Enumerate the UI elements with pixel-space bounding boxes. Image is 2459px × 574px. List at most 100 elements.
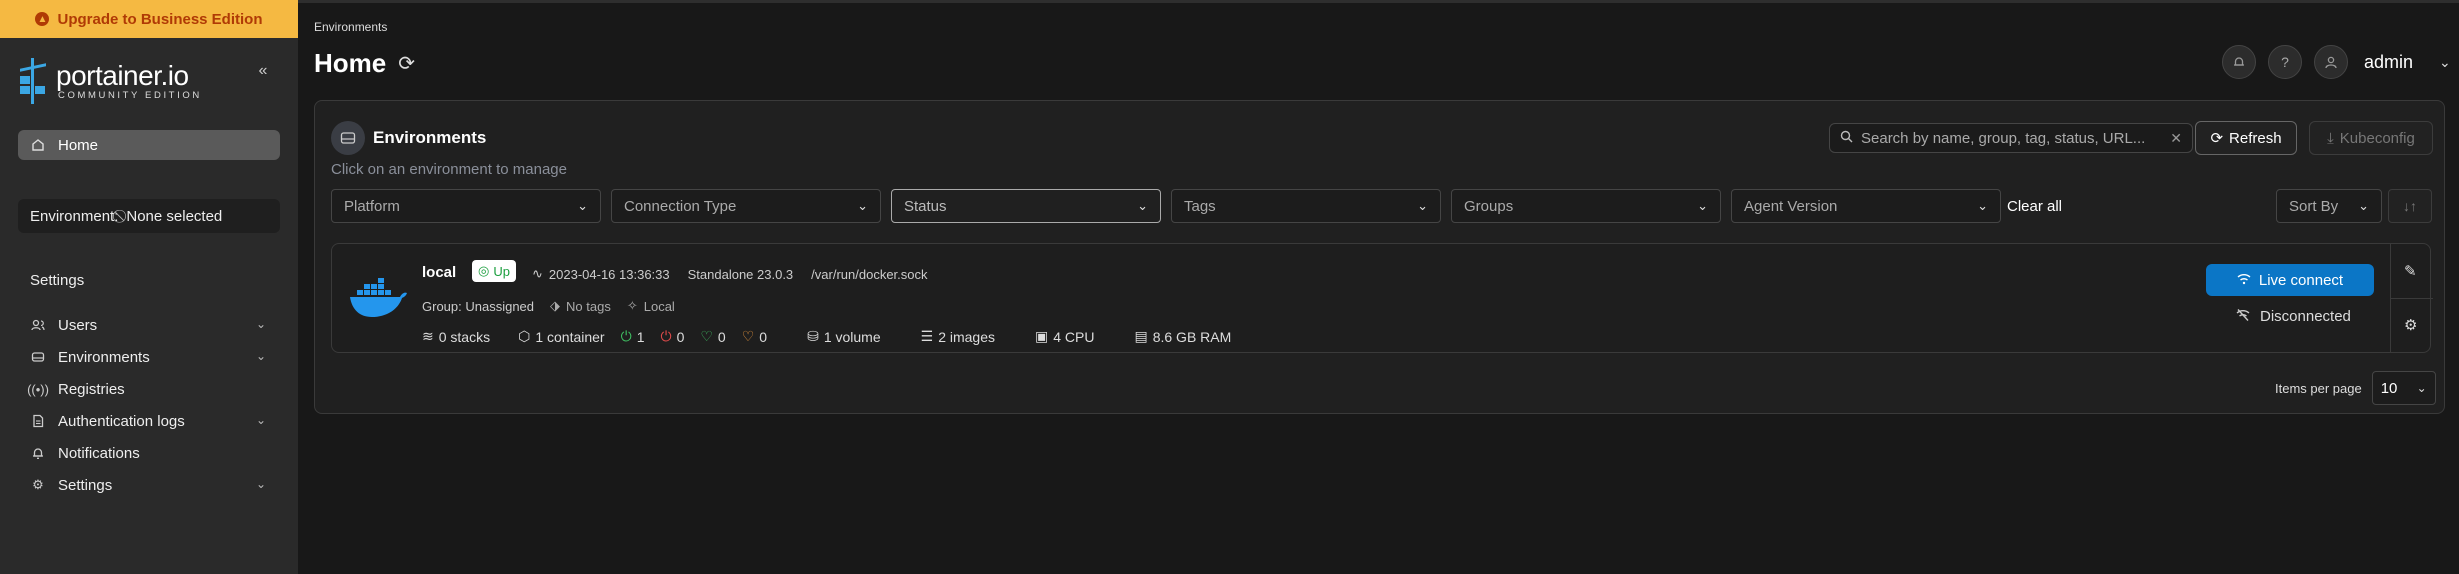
running-stat: ⏻ 1 xyxy=(621,328,645,345)
sidebar-item-home[interactable]: Home xyxy=(18,130,280,160)
chevron-down-icon: ⌄ xyxy=(2416,381,2427,395)
heartbeat-icon: ◎ xyxy=(478,263,490,278)
stat-value: 0 xyxy=(717,328,726,345)
sidebar-item-users[interactable]: Users ⌄ xyxy=(30,309,270,341)
stat-value: 0 xyxy=(676,328,685,345)
ram-stat: ▤ 8.6 GB RAM xyxy=(1134,328,1231,345)
sidebar-item-registries[interactable]: ((•)) Registries xyxy=(27,373,270,405)
search-input[interactable]: Search by name, group, tag, status, URL.… xyxy=(1829,123,2193,153)
environment-group: Group: Unassigned xyxy=(422,298,535,314)
power-off-icon: ⏻ xyxy=(660,328,672,344)
help-icon[interactable]: ? xyxy=(2268,45,2302,79)
download-icon: ⤓ xyxy=(2327,129,2334,147)
live-connect-button[interactable]: Live connect xyxy=(2206,264,2374,296)
notifications-bell-icon[interactable] xyxy=(2222,45,2256,79)
environment-socket: /var/run/docker.sock xyxy=(811,266,928,282)
user-menu[interactable]: admin xyxy=(2364,52,2413,73)
bell-icon xyxy=(30,445,46,461)
kubeconfig-button[interactable]: ⤓ Kubeconfig xyxy=(2309,121,2433,155)
filter-platform[interactable]: Platform ⌄ xyxy=(331,189,601,223)
connection-status: Disconnected xyxy=(2236,308,2351,325)
environment-card[interactable]: local ◎ Up ∿ 2023-04-16 13:36:33 Standal… xyxy=(331,243,2433,353)
sort-by-label: Sort By xyxy=(2289,197,2339,215)
sidebar-item-notifications[interactable]: Notifications xyxy=(30,437,270,469)
wifi-off-icon xyxy=(2236,308,2250,325)
environments-panel: Environments Click on an environment to … xyxy=(314,100,2445,414)
filter-status[interactable]: Status ⌄ xyxy=(891,189,1161,223)
environment-type: Standalone 23.0.3 xyxy=(687,266,794,282)
items-per-page-value: 10 xyxy=(2380,379,2398,397)
list-icon: ☰ xyxy=(920,328,934,344)
environments-icon xyxy=(331,121,365,155)
page-title-text: Home xyxy=(314,48,387,78)
memory-icon: ▤ xyxy=(1134,328,1148,344)
environment-timestamp: 2023-04-16 13:36:33 xyxy=(548,266,670,282)
sidebar-item-authentication-logs[interactable]: Authentication logs ⌄ xyxy=(30,405,270,437)
page-title: Home ⟳ xyxy=(314,48,415,79)
chevron-down-icon: ⌄ xyxy=(577,198,588,213)
chevron-down-icon[interactable]: ⌄ xyxy=(256,349,266,363)
sidebar-item-label: Authentication logs xyxy=(58,412,185,430)
upgrade-banner[interactable]: ▲ Upgrade to Business Edition xyxy=(0,0,298,38)
breadcrumb[interactable]: Environments xyxy=(314,20,387,34)
document-icon xyxy=(30,413,46,429)
top-border xyxy=(0,0,2459,3)
environment-tags: No tags xyxy=(566,298,611,314)
card-actions: ✎ ⚙ xyxy=(2390,244,2433,352)
refresh-button[interactable]: ⟳ Refresh xyxy=(2195,121,2297,155)
filter-groups[interactable]: Groups ⌄ xyxy=(1451,189,1721,223)
environment-selector: Environment: ⃠ None selected xyxy=(18,199,280,233)
heart-icon: ♡ xyxy=(700,328,713,344)
refresh-icon: ⟳ xyxy=(2210,130,2224,147)
environment-group-row: Group: Unassigned ⬗ No tags ✧ Local xyxy=(422,298,675,314)
filter-label: Status xyxy=(904,197,947,215)
collapse-sidebar-icon[interactable]: « xyxy=(254,62,272,80)
stat-value: 8.6 GB RAM xyxy=(1152,328,1232,345)
crane-logo-icon xyxy=(18,58,48,104)
user-avatar-icon[interactable] xyxy=(2314,45,2348,79)
gear-icon[interactable]: ⚙ xyxy=(2404,316,2417,334)
pencil-icon[interactable]: ✎ xyxy=(2404,262,2417,280)
search-placeholder: Search by name, group, tag, status, URL.… xyxy=(1861,129,2146,147)
sort-direction-icon[interactable]: ↓↑ xyxy=(2388,189,2432,223)
database-icon: ⛁ xyxy=(807,328,819,344)
filter-agent-version[interactable]: Agent Version ⌄ xyxy=(1731,189,2001,223)
filter-bar: Platform ⌄ Connection Type ⌄ Status ⌄ Ta… xyxy=(331,189,2001,223)
kubeconfig-label: Kubeconfig xyxy=(2339,129,2415,147)
stat-value: 4 CPU xyxy=(1053,328,1095,345)
filter-tags[interactable]: Tags ⌄ xyxy=(1171,189,1441,223)
activity-icon: ∿ xyxy=(532,266,543,281)
items-per-page-select[interactable]: 10 ⌄ xyxy=(2371,371,2436,405)
location-icon: ✧ xyxy=(626,298,638,313)
clear-search-icon[interactable]: ✕ xyxy=(2170,130,2182,147)
filter-connection-type[interactable]: Connection Type ⌄ xyxy=(611,189,881,223)
refresh-icon[interactable]: ⟳ xyxy=(398,51,415,76)
sort-by-select[interactable]: Sort By ⌄ xyxy=(2276,189,2382,223)
containers-stat: ⬡ 1 container xyxy=(518,328,605,345)
panel-subtitle: Click on an environment to manage xyxy=(331,161,567,178)
status-label: Up xyxy=(493,263,510,279)
images-stat: ☰ 2 images xyxy=(921,328,995,345)
sidebar-item-label: Notifications xyxy=(58,444,140,462)
docker-whale-icon xyxy=(348,272,408,320)
chevron-down-icon[interactable]: ⌄ xyxy=(256,477,266,491)
environment-name[interactable]: local xyxy=(422,264,456,281)
chevron-down-icon[interactable]: ⌄ xyxy=(256,413,266,427)
portainer-logo[interactable]: portainer.io COMMUNITY EDITION xyxy=(18,58,202,104)
sidebar-item-environments[interactable]: Environments ⌄ xyxy=(30,341,270,373)
chevron-down-icon[interactable]: ⌄ xyxy=(2439,54,2451,71)
heart-broken-icon: ♡ xyxy=(741,328,755,344)
filter-label: Agent Version xyxy=(1744,197,1838,215)
sidebar-item-label: Users xyxy=(58,316,98,334)
brand-name: portainer.io xyxy=(56,59,189,91)
sidebar: ▲ Upgrade to Business Edition portainer.… xyxy=(0,0,298,574)
chevron-down-icon: ⌄ xyxy=(2358,198,2369,213)
chevron-down-icon[interactable]: ⌄ xyxy=(256,317,266,331)
filter-label: Groups xyxy=(1464,197,1514,215)
stacks-stat: ≋ 0 stacks xyxy=(422,328,490,345)
clear-all-button[interactable]: Clear all xyxy=(2007,198,2062,215)
registries-icon: ((•)) xyxy=(27,381,49,397)
sidebar-item-settings[interactable]: ⚙ Settings ⌄ xyxy=(30,469,270,501)
chevron-down-icon: ⌄ xyxy=(1697,198,1708,213)
stat-value: 2 images xyxy=(938,328,995,345)
